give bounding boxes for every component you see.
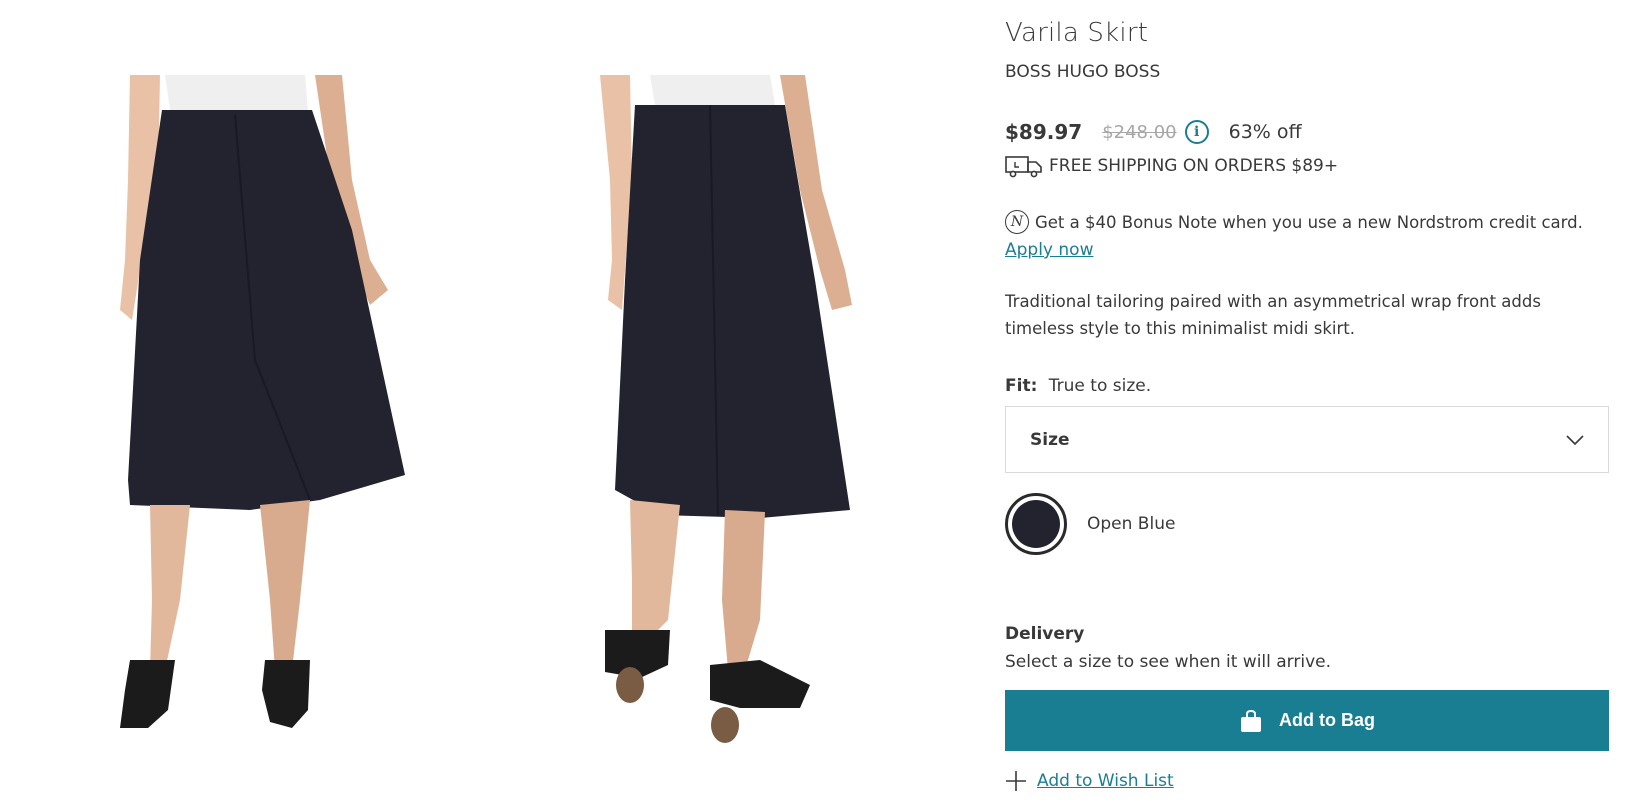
bonus-note-text: Get a $40 Bonus Note when you use a new …: [1035, 212, 1583, 232]
truck-icon: [1005, 156, 1042, 178]
chevron-down-icon: [1566, 434, 1584, 445]
plus-icon: [1006, 771, 1026, 791]
info-icon[interactable]: i: [1184, 120, 1209, 144]
color-selector: Open Blue: [1005, 493, 1175, 555]
fit-info: Fit: True to size.: [1005, 376, 1151, 396]
product-brand[interactable]: BOSS HUGO BOSS: [1005, 62, 1160, 82]
size-dropdown-label: Size: [1030, 429, 1070, 450]
add-to-wishlist-label: Add to Wish List: [1037, 771, 1174, 791]
product-gallery: [0, 0, 980, 812]
add-to-bag-button[interactable]: Add to Bag: [1005, 690, 1609, 751]
delivery-text: Select a size to see when it will arrive…: [1005, 652, 1332, 672]
nordstrom-note-icon: N: [1005, 210, 1029, 234]
color-swatch-open-blue[interactable]: [1005, 493, 1067, 555]
shipping-row: FREE SHIPPING ON ORDERS $89+: [1005, 154, 1338, 178]
product-description: Traditional tailoring paired with an asy…: [1005, 292, 1541, 338]
shipping-text: FREE SHIPPING ON ORDERS $89+: [1049, 156, 1339, 176]
size-dropdown[interactable]: Size: [1005, 406, 1609, 473]
discount-badge: 63% off: [1228, 121, 1302, 143]
bonus-note-row: N Get a $40 Bonus Note when you use a ne…: [1005, 210, 1583, 234]
delivery-title: Delivery: [1005, 624, 1085, 644]
price-row: $89.97 $248.00 i 63% off: [1005, 118, 1302, 146]
color-swatch-fill: [1012, 500, 1060, 548]
product-image-back[interactable]: [560, 60, 920, 780]
apply-now-link[interactable]: Apply now: [1005, 240, 1093, 260]
current-price: $89.97: [1005, 120, 1083, 144]
fit-label: Fit:: [1005, 376, 1038, 396]
fit-value: True to size.: [1048, 376, 1152, 396]
add-to-bag-label: Add to Bag: [1279, 710, 1375, 730]
add-to-wishlist-button[interactable]: Add to Wish List: [1005, 770, 1174, 792]
original-price: $248.00: [1102, 121, 1177, 143]
product-title: Varila Skirt: [1005, 18, 1149, 48]
product-image-front[interactable]: [70, 60, 430, 780]
shopping-bag-icon: [1241, 709, 1261, 732]
color-name: Open Blue: [1087, 514, 1176, 534]
